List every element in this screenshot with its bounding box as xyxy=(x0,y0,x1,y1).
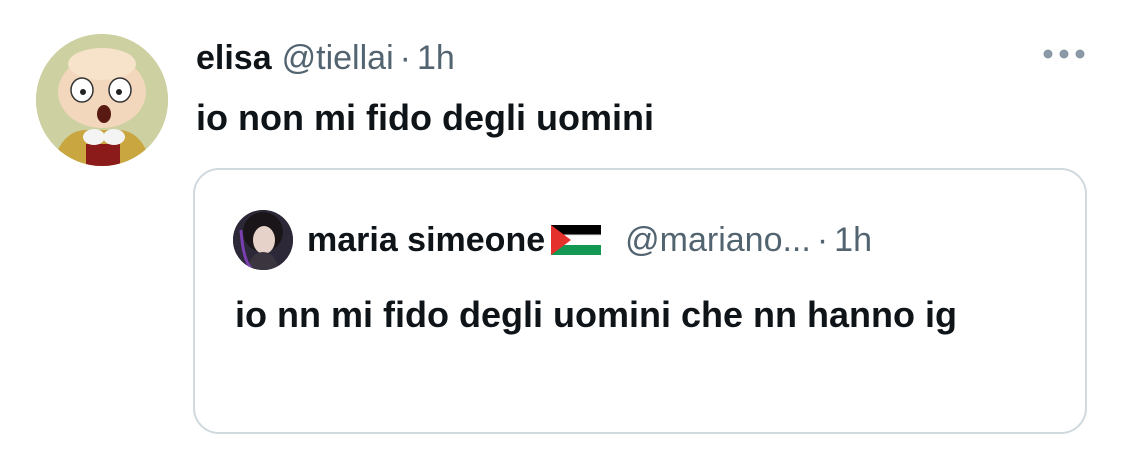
quoted-avatar[interactable] xyxy=(233,210,293,270)
timestamp[interactable]: 1h xyxy=(417,36,455,80)
handle[interactable]: @tiellai xyxy=(282,36,394,80)
display-name[interactable]: elisa xyxy=(196,36,272,80)
quoted-text: io nn mi fido degli uomini che nn hanno … xyxy=(235,294,957,335)
tweet-header: elisa @tiellai · 1h xyxy=(196,36,455,80)
tweet[interactable]: elisa @tiellai · 1h io non mi fido degli… xyxy=(0,0,1125,454)
quoted-timestamp[interactable]: 1h xyxy=(834,218,872,262)
quoted-display-name[interactable]: maria simeone xyxy=(307,218,545,262)
quoted-separator: · xyxy=(816,221,829,259)
more-horizontal-icon xyxy=(1043,49,1085,59)
separator: · xyxy=(399,39,411,77)
avatar[interactable] xyxy=(36,34,168,166)
more-options-button[interactable] xyxy=(1038,36,1090,72)
quoted-header: maria simeone @mariano... · 1h xyxy=(307,218,872,262)
tweet-text: io non mi fido degli uomini xyxy=(196,97,654,138)
quoted-handle[interactable]: @mariano... xyxy=(625,218,811,262)
quoted-tweet[interactable]: maria simeone @mariano... · 1h io nn mi … xyxy=(193,168,1087,434)
palestine-flag-icon xyxy=(551,225,602,255)
